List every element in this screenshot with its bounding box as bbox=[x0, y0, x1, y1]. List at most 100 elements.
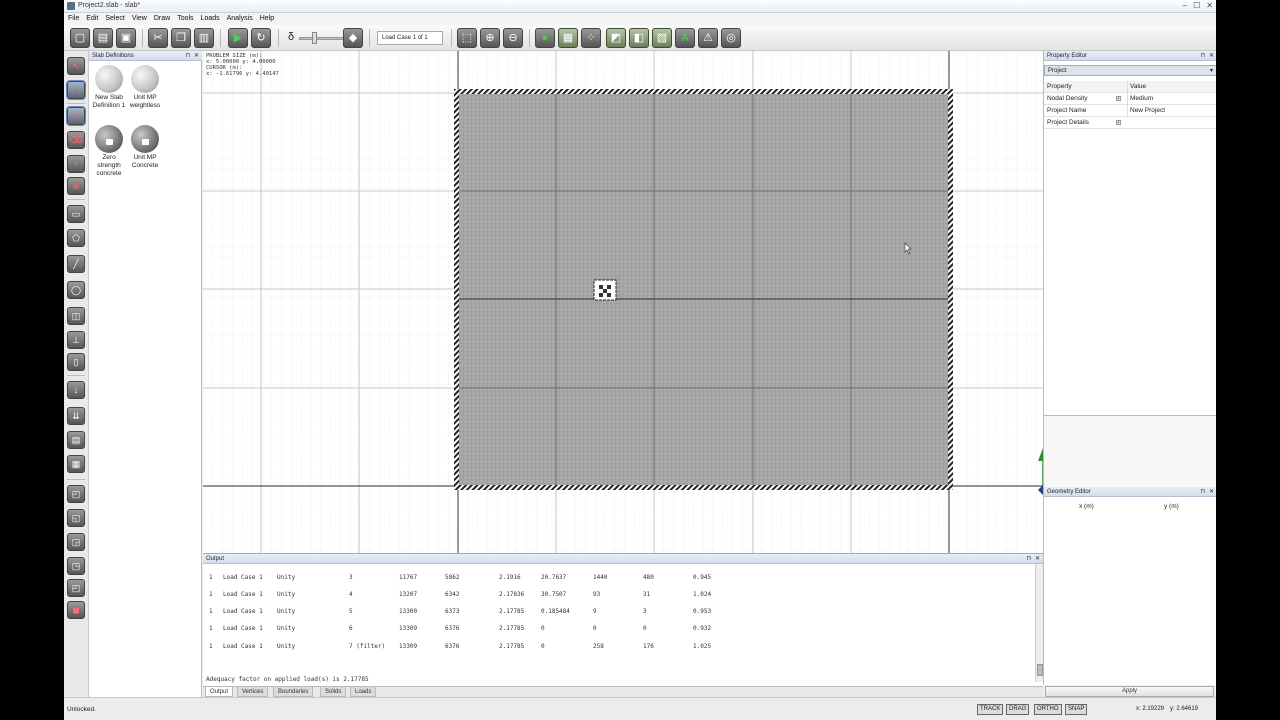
output-scrollbar[interactable] bbox=[1035, 564, 1043, 682]
expand-icon[interactable]: + bbox=[1116, 96, 1121, 102]
copy-icon[interactable]: ❐ bbox=[171, 28, 191, 48]
pin-icon[interactable]: ⊓ bbox=[1200, 51, 1205, 61]
tab-boundaries[interactable]: Boundaries bbox=[273, 687, 314, 697]
ortho-toggle[interactable]: ORTHO bbox=[1034, 704, 1062, 715]
show-mesh-icon[interactable]: ▧ bbox=[652, 28, 672, 48]
delta-slider-handle[interactable] bbox=[312, 32, 317, 44]
show-loads-icon[interactable]: ⚠ bbox=[698, 28, 718, 48]
close-icon[interactable]: ✕ bbox=[1035, 554, 1040, 564]
minimize-button[interactable]: – bbox=[1183, 1, 1187, 11]
select-node-icon[interactable]: ↖ bbox=[66, 106, 86, 126]
drag-toggle[interactable]: DRAG bbox=[1006, 704, 1030, 715]
load-case-select[interactable]: Load Case 1 of 1 bbox=[377, 31, 443, 45]
track-toggle[interactable]: TRACK bbox=[977, 704, 1004, 715]
close-button[interactable]: ✕ bbox=[1206, 1, 1213, 11]
save-icon[interactable]: ▣ bbox=[116, 28, 136, 48]
show-boundaries-icon[interactable]: ◩ bbox=[606, 28, 626, 48]
snap-toggle[interactable]: SNAP bbox=[1065, 704, 1088, 715]
draw-rectangle-icon[interactable]: ▭ bbox=[67, 205, 85, 223]
slab-definition-item[interactable]: Zero strength concrete bbox=[90, 125, 128, 178]
solve-icon[interactable]: ● bbox=[535, 28, 555, 48]
add-icon[interactable]: + bbox=[67, 155, 85, 173]
zoom-fit-icon[interactable]: ⬚ bbox=[457, 28, 477, 48]
menu-loads[interactable]: Loads bbox=[201, 13, 220, 25]
menu-select[interactable]: Select bbox=[105, 13, 124, 25]
slab-definition-item[interactable]: Unit MP weightless bbox=[126, 65, 164, 110]
expand-icon[interactable]: + bbox=[1116, 120, 1121, 126]
delete-icon[interactable]: ⌫ bbox=[67, 131, 85, 149]
step-analysis-icon[interactable]: ↻ bbox=[251, 28, 271, 48]
apply-button[interactable]: Apply bbox=[1045, 686, 1214, 697]
cube-front-icon[interactable]: ◱ bbox=[67, 509, 85, 527]
menu-file[interactable]: File bbox=[68, 13, 79, 25]
zoom-in-icon[interactable]: ⊕ bbox=[480, 28, 500, 48]
zoom-out-icon[interactable]: ⊖ bbox=[503, 28, 523, 48]
maximize-button[interactable]: ☐ bbox=[1193, 1, 1200, 11]
slab-definition-item[interactable]: New Slab Definition 1 bbox=[90, 65, 128, 110]
cube-view-icon[interactable]: ◰ bbox=[67, 485, 85, 503]
snap-grid-icon[interactable]: ⁘ bbox=[581, 28, 601, 48]
draw-column-icon[interactable]: ▯ bbox=[67, 353, 85, 371]
paste-icon[interactable]: ▥ bbox=[194, 28, 214, 48]
slab-definition-item[interactable]: Unit MP Concrete bbox=[126, 125, 164, 170]
property-row[interactable]: Project Details + bbox=[1044, 117, 1216, 129]
menu-draw[interactable]: Draw bbox=[154, 13, 170, 25]
property-value[interactable]: Medium bbox=[1127, 93, 1153, 105]
draw-hole-icon[interactable]: ◫ bbox=[67, 307, 85, 325]
draw-line-icon[interactable]: ╱ bbox=[67, 255, 85, 273]
menu-edit[interactable]: Edit bbox=[86, 13, 98, 25]
window-title: Project2.slab - slab* bbox=[78, 2, 141, 9]
menu-help[interactable]: Help bbox=[260, 13, 274, 25]
column-y: y (m) bbox=[1164, 503, 1179, 510]
menu-view[interactable]: View bbox=[132, 13, 147, 25]
area-load-icon[interactable]: ▤ bbox=[67, 431, 85, 449]
select-box-icon[interactable]: ⬚ bbox=[66, 80, 86, 100]
tab-solids[interactable]: Solids bbox=[320, 687, 347, 697]
draw-support-icon[interactable]: ⊥ bbox=[67, 331, 85, 349]
output-cell: 1 bbox=[209, 625, 213, 632]
drawing-canvas[interactable]: y x PROBLEM SIZE (m): x: 5.00000 y: 4.00… bbox=[203, 51, 1043, 553]
open-folder-icon[interactable]: ▤ bbox=[93, 28, 113, 48]
close-icon[interactable]: ✕ bbox=[194, 51, 199, 61]
property-row[interactable]: Nodal Density + Medium bbox=[1044, 93, 1216, 105]
pin-icon[interactable]: ⊓ bbox=[1026, 554, 1031, 564]
pressure-load-icon[interactable]: ▦ bbox=[67, 455, 85, 473]
tab-vertices[interactable]: Vertices bbox=[237, 687, 269, 697]
slab-mesh[interactable] bbox=[459, 94, 948, 485]
run-analysis-icon[interactable]: ▶ bbox=[228, 28, 248, 48]
property-name: Project Name bbox=[1047, 107, 1087, 114]
remove-icon[interactable]: ⊗ bbox=[67, 177, 85, 195]
line-load-icon[interactable]: ⇊ bbox=[67, 407, 85, 425]
chevron-down-icon: ▾ bbox=[1209, 68, 1213, 74]
cube-iso-icon[interactable]: ◰ bbox=[67, 579, 85, 597]
output-cell: 31 bbox=[643, 591, 651, 598]
refine-icon[interactable]: ◆ bbox=[343, 28, 363, 48]
cube-result-icon[interactable]: ◼ bbox=[67, 601, 85, 619]
output-cell: 1 bbox=[209, 591, 213, 598]
cube-top-icon[interactable]: ◳ bbox=[67, 557, 85, 575]
show-output-icon[interactable]: ◎ bbox=[721, 28, 741, 48]
object-select[interactable]: Project ▾ bbox=[1044, 65, 1216, 76]
cube-side-icon[interactable]: ◲ bbox=[67, 533, 85, 551]
pin-icon[interactable]: ⊓ bbox=[1200, 487, 1205, 497]
close-icon[interactable]: ✕ bbox=[1209, 51, 1214, 61]
draw-circle-icon[interactable]: ◯ bbox=[67, 281, 85, 299]
property-row[interactable]: Project Name New Project bbox=[1044, 105, 1216, 117]
close-icon[interactable]: ✕ bbox=[1209, 487, 1214, 497]
tab-loads[interactable]: Loads bbox=[350, 687, 377, 697]
output-cell: 5 bbox=[349, 608, 353, 615]
point-load-icon[interactable]: ↓ bbox=[67, 381, 85, 399]
menu-tools[interactable]: Tools bbox=[177, 13, 193, 25]
select-arrow-icon[interactable]: ↖ bbox=[67, 57, 85, 75]
draw-polygon-icon[interactable]: ⬠ bbox=[67, 229, 85, 247]
show-solids-icon[interactable]: ◧ bbox=[629, 28, 649, 48]
show-labels-icon[interactable]: A bbox=[675, 28, 695, 48]
new-file-icon[interactable]: ▢ bbox=[70, 28, 90, 48]
menu-analysis[interactable]: Analysis bbox=[227, 13, 253, 25]
pin-icon[interactable]: ⊓ bbox=[185, 51, 190, 61]
cut-icon[interactable]: ✂ bbox=[148, 28, 168, 48]
tab-output[interactable]: Output bbox=[205, 687, 234, 697]
property-value[interactable]: New Project bbox=[1127, 105, 1165, 117]
grid-icon[interactable]: ▦ bbox=[558, 28, 578, 48]
output-cell: 6342 bbox=[445, 591, 460, 598]
